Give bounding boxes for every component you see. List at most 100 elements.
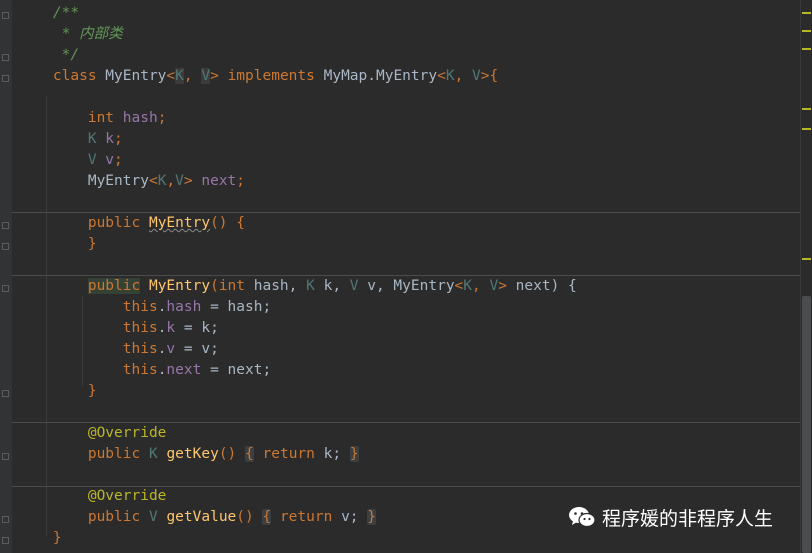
code-token: K <box>445 68 455 84</box>
stripe-mark[interactable] <box>802 30 811 32</box>
code-line[interactable]: MyEntry<K,V> next; <box>18 171 800 192</box>
code-token: @Override <box>87 425 167 441</box>
fold-marker[interactable] <box>2 390 9 397</box>
code-token: >{ <box>480 68 499 84</box>
code-line[interactable]: this.next = next; <box>18 360 800 381</box>
code-token: ; <box>114 152 123 168</box>
code-token: = next; <box>201 362 272 378</box>
code-line[interactable]: this.hash = hash; <box>18 297 800 318</box>
vertical-scrollbar[interactable] <box>802 296 811 553</box>
code-token: * 内部类 <box>18 26 123 42</box>
code-token: K <box>463 278 473 294</box>
code-token: getValue <box>166 509 237 525</box>
code-editor[interactable]: /** * 内部类 */ class MyEntry<K, V> impleme… <box>12 0 800 553</box>
fold-marker[interactable] <box>2 12 9 19</box>
code-token: return <box>262 446 315 462</box>
code-line[interactable]: @Override <box>18 423 800 444</box>
wechat-icon <box>569 507 596 528</box>
code-token: int <box>218 278 246 294</box>
code-line[interactable]: this.v = v; <box>18 339 800 360</box>
code-token: K <box>148 446 158 462</box>
code-token: hash <box>166 299 202 315</box>
code-line[interactable]: V v; <box>18 150 800 171</box>
code-line[interactable]: K k; <box>18 129 800 150</box>
code-token: , <box>472 278 490 294</box>
code-line[interactable]: /** <box>18 3 800 24</box>
code-token: public <box>87 509 141 525</box>
code-token: this <box>122 299 158 315</box>
code-line[interactable]: int hash; <box>18 108 800 129</box>
fold-marker[interactable] <box>2 243 9 250</box>
code-token: MyEntry <box>148 278 211 294</box>
fold-marker[interactable] <box>2 54 9 61</box>
stripe-mark[interactable] <box>802 108 811 110</box>
code-token: k <box>166 320 176 336</box>
code-line[interactable]: public K getKey() { return k; } <box>18 444 800 465</box>
code-token: ; <box>157 110 167 126</box>
code-line[interactable]: } <box>18 528 800 549</box>
code-token: K <box>175 68 184 84</box>
code-line[interactable]: } <box>18 234 800 255</box>
code-token: this <box>122 341 158 357</box>
stripe-mark[interactable] <box>802 258 811 260</box>
fold-marker[interactable] <box>2 75 9 82</box>
code-token: < <box>148 173 158 189</box>
stripe-mark[interactable] <box>802 12 811 14</box>
code-token: > <box>498 278 507 294</box>
code-token: */ <box>18 47 80 63</box>
code-token: , <box>183 68 202 84</box>
code-token: } <box>18 383 97 399</box>
fold-marker[interactable] <box>2 285 9 292</box>
code-token: V <box>87 152 97 168</box>
fold-marker[interactable] <box>2 222 9 229</box>
code-line[interactable] <box>18 87 800 108</box>
code-line[interactable]: * 内部类 <box>18 24 800 45</box>
code-line[interactable]: */ <box>18 45 800 66</box>
error-stripe[interactable] <box>800 0 812 553</box>
code-token: < <box>454 278 464 294</box>
fold-marker[interactable] <box>2 537 9 544</box>
code-line[interactable]: } <box>18 381 800 402</box>
watermark-text: 程序媛的非程序人生 <box>602 507 774 530</box>
stripe-mark[interactable] <box>802 128 811 130</box>
stripe-mark[interactable] <box>802 48 811 50</box>
code-token: k <box>96 131 115 147</box>
fold-marker[interactable] <box>2 516 9 523</box>
code-token: () { <box>210 215 245 231</box>
code-line[interactable] <box>18 465 800 486</box>
code-token: MyEntry <box>96 68 167 84</box>
code-token: } <box>367 509 377 525</box>
code-line[interactable] <box>18 255 800 276</box>
code-token: k, <box>314 278 350 294</box>
code-token: class <box>52 68 97 84</box>
code-line[interactable] <box>18 402 800 423</box>
code-token: ( <box>210 278 219 294</box>
fold-marker[interactable] <box>2 453 9 460</box>
code-token: MyEntry <box>148 215 211 231</box>
code-token: = k; <box>175 320 219 336</box>
code-line[interactable]: class MyEntry<K, V> implements MyMap.MyE… <box>18 66 800 87</box>
code-token: v <box>96 152 115 168</box>
code-line[interactable]: public MyEntry(int hash, K k, V v, MyEnt… <box>18 276 800 297</box>
code-token: public <box>87 278 141 294</box>
code-line[interactable]: this.k = k; <box>18 318 800 339</box>
code-token: , <box>454 68 473 84</box>
code-token: K <box>87 131 97 147</box>
code-line[interactable] <box>18 192 800 213</box>
code-token: , <box>166 173 176 189</box>
code-line[interactable]: public MyEntry() { <box>18 213 800 234</box>
